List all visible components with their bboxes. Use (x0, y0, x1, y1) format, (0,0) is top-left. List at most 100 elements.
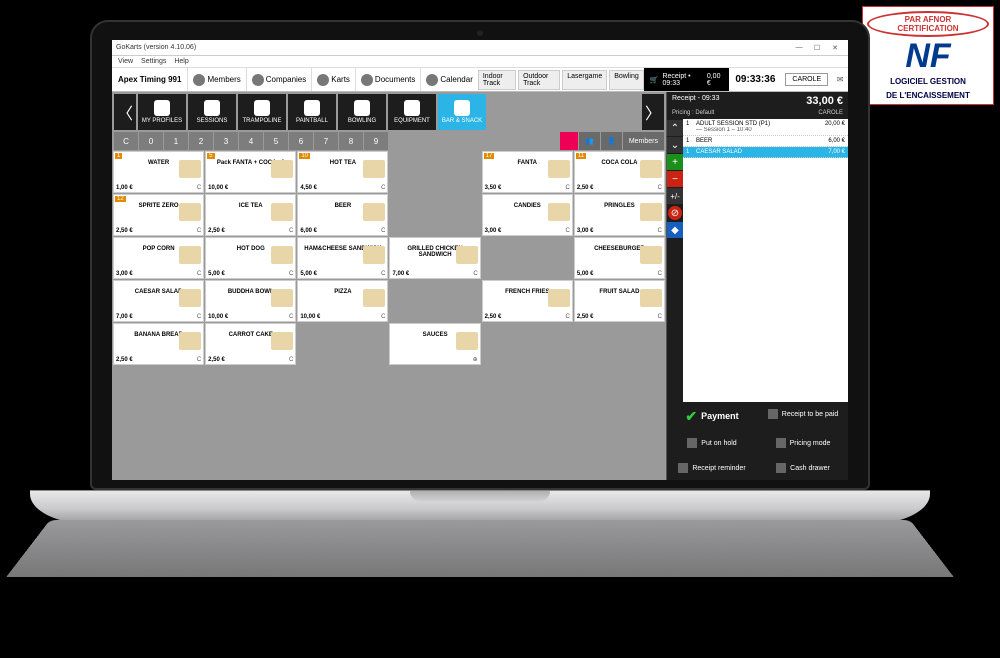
product-image (271, 246, 293, 264)
nf-mark: NF (867, 39, 989, 73)
category-bar-snack[interactable]: BAR & SNACK (438, 94, 486, 130)
product-beer[interactable]: BEER6,00 €C (297, 194, 388, 236)
tb-companies[interactable]: Companies (246, 68, 311, 91)
product-water[interactable]: 1WATER1,00 €C (113, 151, 204, 193)
qty-plusminus[interactable]: +/- (667, 188, 683, 204)
product-grid: 1WATER1,00 €C5Pack FANTA + COCA x310,00 … (112, 150, 666, 480)
filter-member[interactable]: 👤 (601, 132, 622, 150)
cat-next[interactable]: 〉 (642, 94, 664, 130)
payment-button[interactable]: ✔Payment (667, 402, 757, 430)
track-outdoor[interactable]: Outdoor Track (518, 70, 560, 90)
cat-prev[interactable]: 〈 (114, 94, 136, 130)
numkey-5[interactable]: 5 (264, 132, 288, 150)
members-label[interactable]: Members (623, 132, 664, 150)
product-hot-dog[interactable]: HOT DOG5,00 €C (205, 237, 296, 279)
menu-help[interactable]: Help (174, 58, 188, 65)
menu-view[interactable]: View (118, 58, 133, 65)
product-french-fries[interactable]: FRENCH FRIES2,50 €C (482, 280, 573, 322)
category-paintball[interactable]: PAINTBALL (288, 94, 336, 130)
numkey-7[interactable]: 7 (314, 132, 338, 150)
tb-karts[interactable]: Karts (311, 68, 355, 91)
numkey-1[interactable]: 1 (164, 132, 188, 150)
minimize-button[interactable]: — (790, 44, 808, 51)
line-up[interactable]: ⌃ (667, 120, 683, 136)
product-carrot-cake[interactable]: CARROT CAKE2,50 €C (205, 323, 296, 365)
product-buddha-bowl[interactable]: BUDDHA BOWL10,00 €C (205, 280, 296, 322)
tb-documents[interactable]: Documents (355, 68, 420, 91)
product-image (179, 246, 201, 264)
receipt-reminder-button[interactable]: Receipt reminder (667, 456, 757, 480)
receipt-line[interactable]: 1ADULT SESSION STD (P1)— Session 1 – 10:… (683, 119, 848, 136)
product-ice-tea[interactable]: ICE TEA2,50 €C (205, 194, 296, 236)
receipt-total: 33,00 € (806, 95, 843, 107)
maximize-button[interactable]: ☐ (808, 44, 826, 52)
product-price: 10,00 € (208, 185, 228, 191)
receipt-to-be-paid-button[interactable]: Receipt to be paid (758, 402, 848, 426)
track-laser[interactable]: Lasergame (562, 70, 607, 90)
line-down[interactable]: ⌄ (667, 137, 683, 153)
qty-plus[interactable]: + (667, 154, 683, 170)
filter-groups[interactable]: 👥 (579, 132, 600, 150)
product-grilled-chicken-sandwich[interactable]: GRILLED CHICKEN SANDWICH7,00 €C (389, 237, 480, 279)
numkey-2[interactable]: 2 (189, 132, 213, 150)
product-cheeseburger[interactable]: CHEESEBURGER5,00 €C (574, 237, 665, 279)
product-fruit-salad[interactable]: FRUIT SALAD2,50 €C (574, 280, 665, 322)
numkey-0[interactable]: 0 (139, 132, 163, 150)
mail-icon[interactable]: ✉ (832, 75, 848, 84)
product-pizza[interactable]: PIZZA10,00 €C (297, 280, 388, 322)
laptop-frame: GoKarts (version 4.10.06) — ☐ ✕ View Set… (90, 20, 870, 520)
line-cancel[interactable]: ⊘ (668, 206, 682, 220)
product-price: 10,00 € (208, 314, 228, 320)
line-edit[interactable]: ◆ (667, 222, 683, 238)
product-sauces[interactable]: SAUCES⊕ (389, 323, 480, 365)
numkey-3[interactable]: 3 (214, 132, 238, 150)
product-image (363, 160, 385, 178)
category-sessions[interactable]: SESSIONS (188, 94, 236, 130)
tb-calendar[interactable]: Calendar (420, 68, 477, 91)
nf-certification-badge: PAR AFNOR CERTIFICATION NF LOGICIEL GEST… (862, 6, 994, 105)
numkey-C[interactable]: C (114, 132, 138, 150)
receipt-line[interactable]: 1CAESAR SALAD7,00 € (683, 147, 848, 158)
filter-pink[interactable] (560, 132, 578, 150)
category-trampoline[interactable]: TRAMPOLINE (238, 94, 286, 130)
product-image (271, 289, 293, 307)
product-price: 7,00 € (116, 314, 133, 320)
category-equipment[interactable]: EQUIPMENT (388, 94, 436, 130)
product-kb: C (197, 271, 201, 277)
product-fanta[interactable]: 17FANTA3,50 €C (482, 151, 573, 193)
product-price: 3,00 € (485, 228, 502, 234)
receipt-indicator[interactable]: 🛒 Receipt • 09:33 0,00 € (644, 68, 730, 91)
category-bowling[interactable]: BOWLING (338, 94, 386, 130)
product-hot-tea[interactable]: 10HOT TEA4,50 €C (297, 151, 388, 193)
action-buttons: ✔Payment Receipt to be paid Put on hold … (667, 402, 848, 480)
product-banana-bread[interactable]: BANANA BREAD2,50 €C (113, 323, 204, 365)
receipt-line[interactable]: 1BEER6,00 € (683, 136, 848, 147)
product-image (640, 160, 662, 178)
tb-members[interactable]: Members (187, 68, 245, 91)
menu-settings[interactable]: Settings (141, 58, 166, 65)
category-my-profiles[interactable]: MY PROFILES (138, 94, 186, 130)
product-tag: 1 (115, 153, 122, 159)
product-ham-cheese-sandwich[interactable]: HAM&CHEESE SANDWICH5,00 €C (297, 237, 388, 279)
qty-minus[interactable]: − (667, 171, 683, 187)
numkey-8[interactable]: 8 (339, 132, 363, 150)
menu-bar: View Settings Help (112, 56, 848, 68)
numkey-4[interactable]: 4 (239, 132, 263, 150)
user-button[interactable]: CAROLE (785, 73, 828, 86)
product-coca-cola[interactable]: 11COCA COLA2,50 €C (574, 151, 665, 193)
track-bowling[interactable]: Bowling (609, 70, 644, 90)
product-price: 5,00 € (300, 271, 317, 277)
pricing-mode-button[interactable]: Pricing mode (758, 431, 848, 455)
product-caesar-salad[interactable]: CAESAR SALAD7,00 €C (113, 280, 204, 322)
close-button[interactable]: ✕ (826, 44, 844, 52)
product-sprite-zero[interactable]: 12SPRITE ZERO2,50 €C (113, 194, 204, 236)
product-candies[interactable]: CANDIES3,00 €C (482, 194, 573, 236)
product-pop-corn[interactable]: POP CORN3,00 €C (113, 237, 204, 279)
product-pringles[interactable]: PRINGLES3,00 €C (574, 194, 665, 236)
numkey-6[interactable]: 6 (289, 132, 313, 150)
numkey-9[interactable]: 9 (364, 132, 388, 150)
put-on-hold-button[interactable]: Put on hold (667, 431, 757, 455)
product-pack-fanta-coca-x-[interactable]: 5Pack FANTA + COCA x310,00 € (205, 151, 296, 193)
cash-drawer-button[interactable]: Cash drawer (758, 456, 848, 480)
track-indoor[interactable]: Indoor Track (478, 70, 516, 90)
